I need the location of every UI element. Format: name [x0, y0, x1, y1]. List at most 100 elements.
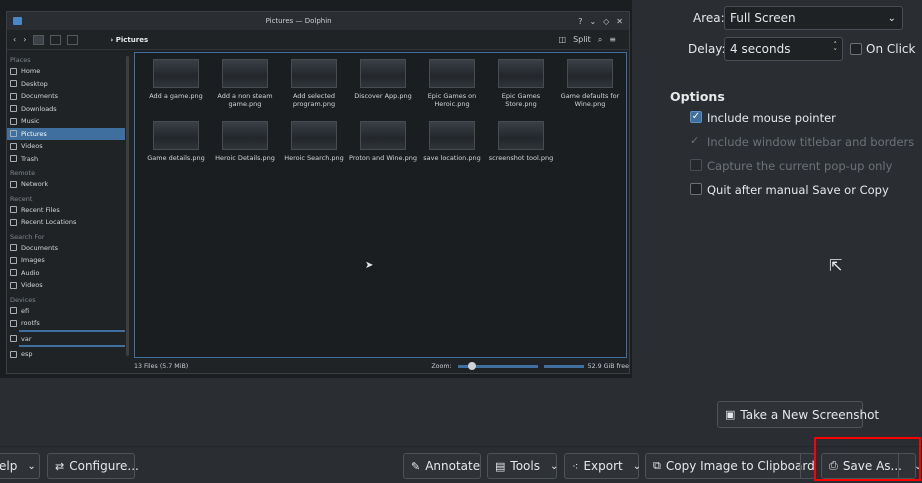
- sidebar-item[interactable]: esp: [7, 348, 125, 361]
- file-item[interactable]: Add selected program.png: [279, 59, 349, 108]
- delay-spinbox[interactable]: 4 seconds ˄ ˅: [724, 37, 843, 61]
- configure-label: Configure...: [69, 459, 139, 473]
- sidebar-item-label: Recent Files: [21, 205, 60, 214]
- file-item[interactable]: Discover App.png: [348, 59, 418, 100]
- copy-to-clipboard-button[interactable]: ⧉ Copy Image to Clipboard ⌄: [645, 453, 834, 479]
- sidebar-item[interactable]: Home: [7, 65, 125, 78]
- camera-icon: ▣: [725, 408, 736, 421]
- take-new-screenshot-label: Take a New Screenshot: [740, 407, 880, 422]
- tools-button[interactable]: ▤ Tools ⌄: [487, 453, 559, 479]
- forward-icon: ›: [23, 35, 27, 44]
- area-select[interactable]: Full Screen ⌄: [724, 6, 903, 30]
- file-item[interactable]: save location.png: [417, 121, 487, 162]
- place-icon: [10, 206, 17, 214]
- sidebar-item[interactable]: rootfs: [7, 317, 125, 330]
- file-item[interactable]: screenshot tool.png: [486, 121, 556, 162]
- sidebar-item[interactable]: Pictures: [7, 127, 125, 140]
- place-icon: [10, 256, 17, 264]
- file-name: Game details.png: [147, 154, 205, 162]
- place-icon: [10, 350, 17, 358]
- details-view-icon: [67, 34, 79, 45]
- include-pointer-checkbox[interactable]: ✓: [690, 111, 702, 123]
- sidebar-item[interactable]: Videos: [7, 279, 125, 292]
- sidebar-item[interactable]: Network: [7, 178, 125, 191]
- spin-arrows-icon[interactable]: ˄ ˅: [834, 42, 838, 56]
- options-title: Options: [670, 89, 725, 104]
- file-item[interactable]: Proton and Wine.png: [348, 121, 418, 162]
- place-icon: [10, 319, 17, 327]
- sidebar-item[interactable]: Documents: [7, 242, 125, 255]
- chevron-down-icon: ⌄: [549, 460, 559, 472]
- sidebar-item-label: Videos: [21, 281, 43, 290]
- annotate-icon: ✎: [411, 459, 421, 473]
- file-thumbnail: [153, 59, 199, 88]
- sidebar-item-label: rootfs: [21, 319, 40, 328]
- export-label: Export: [583, 459, 623, 473]
- screenshot-preview: Pictures — Dolphin ? ⌄ ◇ ✕ ‹ › › Picture…: [0, 0, 632, 378]
- file-name: Game defaults for Wine.png: [560, 92, 620, 108]
- file-thumbnail: [153, 121, 199, 150]
- quit-after-checkbox[interactable]: [690, 183, 702, 195]
- sidebar-item[interactable]: Downloads: [7, 103, 125, 116]
- sidebar-item[interactable]: Images: [7, 254, 125, 267]
- sidebar-item[interactable]: Desktop: [7, 78, 125, 91]
- sidebar-item[interactable]: Documents: [7, 90, 125, 103]
- back-icon: ‹: [13, 35, 17, 44]
- file-name: Proton and Wine.png: [349, 154, 417, 162]
- sidebar-item[interactable]: var: [7, 333, 125, 346]
- file-item[interactable]: Game details.png: [141, 121, 211, 162]
- sidebar-item[interactable]: Audio: [7, 267, 125, 280]
- sidebar-item[interactable]: efi: [7, 305, 125, 318]
- export-button[interactable]: ⁖ Export ⌄: [564, 453, 642, 479]
- help-button[interactable]: elp ⌄: [0, 453, 40, 479]
- titlebar-check-icon: ✓: [690, 134, 700, 147]
- file-name: Heroic Search.png: [284, 154, 344, 162]
- sidebar-section-title: Search For: [10, 232, 45, 241]
- sidebar-section-title: Places: [10, 56, 31, 64]
- place-icon: [10, 117, 17, 125]
- sidebar-item[interactable]: Videos: [7, 140, 125, 153]
- dolphin-statusbar: 13 Files (5.7 MiB) Zoom: 52.9 GiB free: [134, 360, 629, 372]
- file-item[interactable]: Game defaults for Wine.png: [555, 59, 625, 108]
- file-item[interactable]: Epic Games on Heroic.png: [417, 59, 487, 108]
- file-item[interactable]: Add a game.png: [141, 59, 211, 100]
- menu-icon: ≡: [609, 35, 616, 44]
- file-name: Epic Games on Heroic.png: [427, 92, 477, 108]
- area-value: Full Screen: [730, 11, 796, 25]
- file-count: 13 Files (5.7 MiB): [134, 362, 189, 370]
- sidebar-item[interactable]: Music: [7, 115, 125, 128]
- sidebar-item[interactable]: Recent Locations: [7, 216, 125, 229]
- file-item[interactable]: Epic Games Store.png: [486, 59, 556, 108]
- annotate-button[interactable]: ✎ Annotate: [403, 453, 481, 479]
- file-name: Epic Games Store.png: [501, 92, 541, 108]
- place-icon: [10, 155, 17, 163]
- file-thumbnail: [360, 59, 406, 88]
- sidebar-item[interactable]: Trash: [7, 153, 125, 166]
- file-item[interactable]: Heroic Details.png: [210, 121, 280, 162]
- place-icon: [10, 92, 17, 100]
- free-space-bar: [543, 364, 584, 368]
- place-icon: [10, 80, 17, 88]
- split-icon: ◫: [558, 35, 567, 44]
- highlight-box: [814, 437, 921, 481]
- file-name: Heroic Details.png: [215, 154, 275, 162]
- sidebar-item[interactable]: Recent Files: [7, 204, 125, 217]
- file-item[interactable]: Add a non steam game.png: [210, 59, 280, 108]
- chevron-down-icon: ⌄: [632, 460, 642, 472]
- file-thumbnail: [222, 121, 268, 150]
- sidebar-section-title: Devices: [10, 295, 36, 304]
- configure-button[interactable]: ⇄ Configure...: [47, 453, 139, 479]
- dolphin-toolbar: ‹ › › Pictures ◫ Split ⌕ ≡: [7, 30, 629, 50]
- on-click-checkbox[interactable]: [850, 43, 862, 55]
- take-new-screenshot-button[interactable]: ▣ Take a New Screenshot: [717, 401, 879, 428]
- sidebar-item-label: Downloads: [21, 104, 57, 113]
- icons-view-icon: [33, 34, 45, 45]
- file-thumbnail: [360, 121, 406, 150]
- breadcrumb: › Pictures: [110, 35, 149, 44]
- place-icon: [10, 281, 17, 289]
- dolphin-app-icon: [13, 17, 22, 25]
- dolphin-window: Pictures — Dolphin ? ⌄ ◇ ✕ ‹ › › Picture…: [6, 11, 630, 374]
- popup-only-checkbox: [690, 159, 702, 171]
- chevron-down-icon: ⌄: [887, 12, 896, 24]
- file-item[interactable]: Heroic Search.png: [279, 121, 349, 162]
